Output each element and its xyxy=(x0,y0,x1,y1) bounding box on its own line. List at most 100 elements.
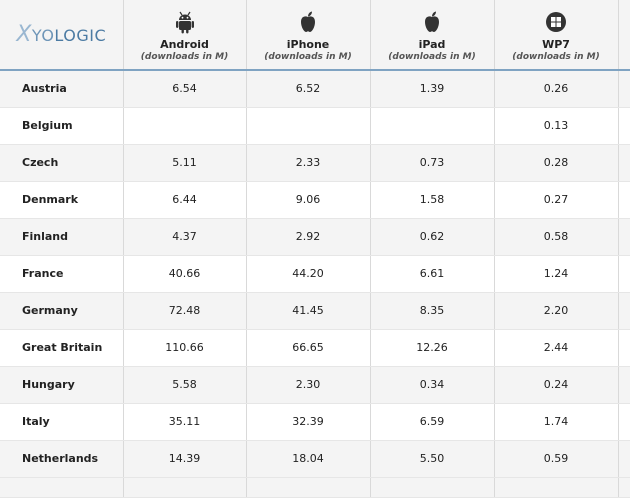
value-cell: 18.04 xyxy=(246,440,371,478)
table-body: Austria 6.54 6.52 1.39 0.26 Belgium 0.13 Czech 5… xyxy=(0,70,630,498)
edge-cell xyxy=(618,144,630,182)
country-cell: Denmark xyxy=(0,181,124,219)
value-cell: 0.28 xyxy=(494,144,619,182)
empty-cell xyxy=(494,477,619,498)
edge-cell xyxy=(618,70,630,108)
value-cell: 0.27 xyxy=(494,181,619,219)
column-name: iPhone xyxy=(286,38,330,51)
value-cell: 0.58 xyxy=(494,218,619,256)
logo-mark: X xyxy=(16,22,32,47)
value-cell: 0.24 xyxy=(494,366,619,404)
xyologic-logo: XYOLOGIC xyxy=(16,22,107,47)
country-cell: Austria xyxy=(0,70,124,108)
column-unit: (downloads in M) xyxy=(512,52,600,62)
country-cell: Great Britain xyxy=(0,329,124,367)
empty-cell xyxy=(370,477,495,498)
column-header-ipad: iPad (downloads in M) xyxy=(370,0,495,71)
country-cell: Italy xyxy=(0,403,124,441)
table-row: Germany 72.48 41.45 8.35 2.20 xyxy=(0,292,630,330)
column-header-wp7: WP7 (downloads in M) xyxy=(494,0,619,71)
edge-cell xyxy=(618,403,630,441)
apple-icon xyxy=(301,11,315,32)
value-cell: 2.33 xyxy=(246,144,371,182)
country-cell: Hungary xyxy=(0,366,124,404)
country-cell: Netherlands xyxy=(0,440,124,478)
value-cell: 2.30 xyxy=(246,366,371,404)
value-cell: 35.11 xyxy=(123,403,247,441)
edge-cell xyxy=(618,255,630,293)
value-cell xyxy=(246,107,371,145)
value-cell: 12.26 xyxy=(370,329,495,367)
value-cell: 2.44 xyxy=(494,329,619,367)
value-cell xyxy=(370,107,495,145)
empty-cell xyxy=(246,477,371,498)
value-cell: 2.20 xyxy=(494,292,619,330)
value-cell: 110.66 xyxy=(123,329,247,367)
apple-icon xyxy=(425,11,439,32)
value-cell: 1.39 xyxy=(370,70,495,108)
edge-cell xyxy=(618,329,630,367)
country-cell: Belgium xyxy=(0,107,124,145)
edge-cell xyxy=(618,292,630,330)
column-name: WP7 xyxy=(542,38,570,51)
windows-icon xyxy=(546,12,566,32)
empty-cell xyxy=(123,477,247,498)
value-cell: 6.52 xyxy=(246,70,371,108)
edge-cell xyxy=(618,366,630,404)
value-cell: 5.58 xyxy=(123,366,247,404)
country-cell: France xyxy=(0,255,124,293)
value-cell: 4.37 xyxy=(123,218,247,256)
column-name: iPad xyxy=(418,38,446,51)
value-cell: 6.59 xyxy=(370,403,495,441)
empty-cell xyxy=(618,477,630,498)
header-row: XYOLOGIC Android (downloads in M) iPhone… xyxy=(0,0,630,71)
logo-cell: XYOLOGIC xyxy=(0,0,124,71)
value-cell: 0.73 xyxy=(370,144,495,182)
table-row: Finland 4.37 2.92 0.62 0.58 xyxy=(0,218,630,256)
value-cell: 6.61 xyxy=(370,255,495,293)
value-cell: 0.13 xyxy=(494,107,619,145)
value-cell: 5.50 xyxy=(370,440,495,478)
table-row: Hungary 5.58 2.30 0.34 0.24 xyxy=(0,366,630,404)
column-header-iphone: iPhone (downloads in M) xyxy=(246,0,371,71)
table-row: Netherlands 14.39 18.04 5.50 0.59 xyxy=(0,440,630,478)
table-container: XYOLOGIC Android (downloads in M) iPhone… xyxy=(0,0,630,499)
table-row: Belgium 0.13 xyxy=(0,107,630,145)
country-cell: Czech xyxy=(0,144,124,182)
edge-cell xyxy=(618,440,630,478)
value-cell: 5.11 xyxy=(123,144,247,182)
value-cell: 40.66 xyxy=(123,255,247,293)
table-row: Italy 35.11 32.39 6.59 1.74 xyxy=(0,403,630,441)
table-row: Czech 5.11 2.33 0.73 0.28 xyxy=(0,144,630,182)
value-cell: 66.65 xyxy=(246,329,371,367)
value-cell: 1.58 xyxy=(370,181,495,219)
value-cell: 2.92 xyxy=(246,218,371,256)
column-header-android: Android (downloads in M) xyxy=(123,0,247,71)
table-row: Austria 6.54 6.52 1.39 0.26 xyxy=(0,70,630,108)
column-header-edge xyxy=(618,0,630,71)
value-cell: 0.62 xyxy=(370,218,495,256)
value-cell: 0.34 xyxy=(370,366,495,404)
table-row: Denmark 6.44 9.06 1.58 0.27 xyxy=(0,181,630,219)
value-cell: 41.45 xyxy=(246,292,371,330)
downloads-table: XYOLOGIC Android (downloads in M) iPhone… xyxy=(0,0,630,498)
empty-cell xyxy=(0,477,124,498)
edge-cell xyxy=(618,107,630,145)
table-row: France 40.66 44.20 6.61 1.24 xyxy=(0,255,630,293)
value-cell: 6.44 xyxy=(123,181,247,219)
value-cell: 1.24 xyxy=(494,255,619,293)
value-cell: 32.39 xyxy=(246,403,371,441)
country-cell: Germany xyxy=(0,292,124,330)
value-cell: 14.39 xyxy=(123,440,247,478)
value-cell: 0.59 xyxy=(494,440,619,478)
table-row-partial xyxy=(0,477,630,498)
column-unit: (downloads in M) xyxy=(388,52,476,62)
table-row: Great Britain 110.66 66.65 12.26 2.44 xyxy=(0,329,630,367)
value-cell: 8.35 xyxy=(370,292,495,330)
value-cell: 72.48 xyxy=(123,292,247,330)
value-cell: 0.26 xyxy=(494,70,619,108)
country-cell: Finland xyxy=(0,218,124,256)
value-cell: 6.54 xyxy=(123,70,247,108)
value-cell: 1.74 xyxy=(494,403,619,441)
column-unit: (downloads in M) xyxy=(140,52,229,62)
